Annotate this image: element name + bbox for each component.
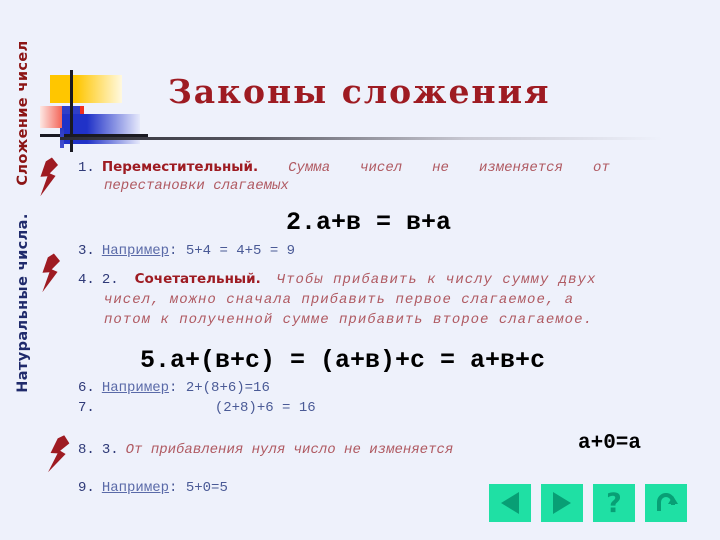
item-text: : 2+(8+6)=16 xyxy=(169,380,270,396)
item-text: Сумма xyxy=(288,160,331,176)
help-button[interactable]: ? xyxy=(593,484,635,522)
question-mark-icon: ? xyxy=(606,487,622,519)
item-text: : 5+4 = 4+5 = 9 xyxy=(169,243,296,259)
previous-slide-button[interactable] xyxy=(489,484,531,522)
item-number: 1. xyxy=(78,160,95,176)
formula-text: 5.а+(в+с) = (а+в)+с = а+в+с xyxy=(140,346,546,375)
item-text: Чтобы прибавить к числу сумму двух xyxy=(276,272,597,288)
item-subnumber: 3. xyxy=(101,442,119,458)
item-text: перестановки слагаемых xyxy=(104,178,289,194)
next-slide-button[interactable] xyxy=(541,484,583,522)
item-number: 7. xyxy=(78,400,95,416)
item-lead: Переместительный. xyxy=(101,159,259,175)
list-item-continuation: перестановки слагаемых xyxy=(104,176,289,194)
list-item: 6. Например: 2+(8+6)=16 xyxy=(78,378,270,396)
formula-text: a+0=a xyxy=(578,432,642,455)
return-arrow-icon xyxy=(654,491,678,515)
triangle-right-icon xyxy=(553,492,571,514)
item-subnumber: 2. xyxy=(101,272,119,288)
slide-canvas: Сложение чисел Натуральные числа. Законы… xyxy=(0,0,720,540)
list-item: 7. (2+8)+6 = 16 xyxy=(78,398,316,416)
list-item-continuation: потом к полученной сумме прибавить второ… xyxy=(104,310,593,328)
item-number: 8. xyxy=(78,442,95,458)
example-label: Например xyxy=(101,480,170,496)
item-text: чисел, можно сначала прибавить первое сл… xyxy=(104,292,575,308)
item-text: изменяется xyxy=(478,160,563,176)
item-text: не xyxy=(432,160,449,176)
formula-text: 2.а+в = в+а xyxy=(286,208,452,237)
item-lead: Сочетательный. xyxy=(134,271,261,287)
formula-associative: 5.а+(в+с) = (а+в)+с = а+в+с xyxy=(140,346,545,375)
slide-body: 1. Переместительный. Сумма чисел не изменяетс… xyxy=(0,0,720,540)
item-text: : 5+0=5 xyxy=(169,480,228,496)
example-label: Например xyxy=(101,380,170,396)
item-number: 3. xyxy=(78,243,95,259)
item-text: (2+8)+6 = 16 xyxy=(214,400,316,416)
list-item: 9. Например: 5+0=5 xyxy=(78,478,228,496)
list-item-continuation: чисел, можно сначала прибавить первое сл… xyxy=(104,290,574,308)
return-button[interactable] xyxy=(645,484,687,522)
list-item: 4. 2. Сочетательный. Чтобы прибавить к числ… xyxy=(78,270,596,288)
item-text: чисел xyxy=(360,160,403,176)
list-item: 1. Переместительный. Сумма чисел не изменяетс… xyxy=(78,158,610,176)
item-number: 4. xyxy=(78,272,95,288)
triangle-left-icon xyxy=(501,492,519,514)
item-number: 6. xyxy=(78,380,95,396)
navigation-bar: ? xyxy=(489,484,687,522)
formula-zero-identity: a+0=a xyxy=(578,432,641,455)
example-label: Например xyxy=(101,243,170,259)
item-text: потом к полученной сумме прибавить второ… xyxy=(104,312,593,328)
item-text: От прибавления нуля число не изменяется xyxy=(125,442,454,458)
formula-commutative: 2.а+в = в+а xyxy=(286,208,451,237)
list-item: 3. Например: 5+4 = 4+5 = 9 xyxy=(78,241,295,259)
item-number: 9. xyxy=(78,480,95,496)
item-text: от xyxy=(592,160,610,176)
list-item: 8. 3. От прибавления нуля число не изменяе… xyxy=(78,440,453,458)
